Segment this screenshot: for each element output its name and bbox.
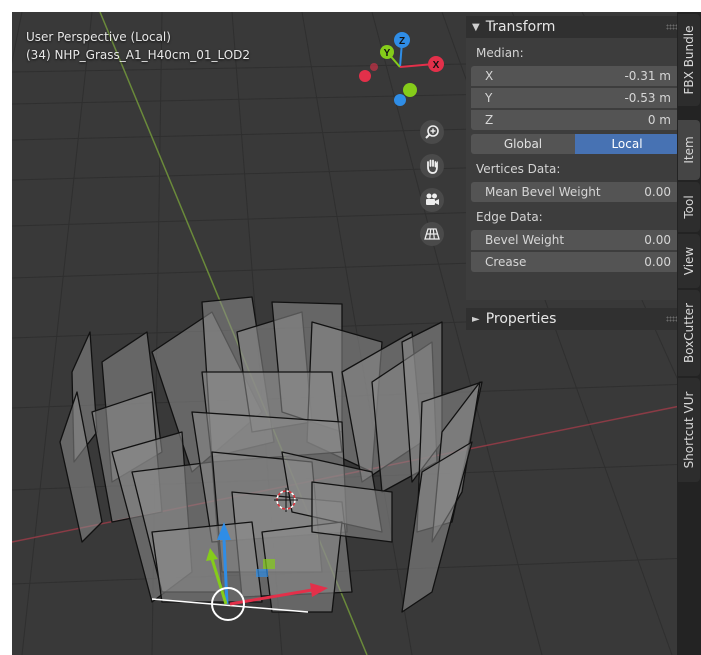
bevel-weight-field[interactable]: Bevel Weight 0.00 [471, 230, 679, 250]
vertices-data-label: Vertices Data: [476, 162, 561, 176]
bevel-weight-value: 0.00 [644, 233, 671, 247]
global-space-button[interactable]: Global [471, 134, 575, 154]
median-x-field[interactable]: X -0.31 m [471, 66, 679, 86]
tab-fbx-bundle-label: FBX Bundle [682, 25, 696, 95]
median-y-value: -0.53 m [624, 91, 671, 105]
tab-tool-label: Tool [682, 195, 696, 219]
transform-panel-title: Transform [485, 19, 556, 35]
transform-space-toggle: Global Local [471, 134, 679, 154]
crease-field[interactable]: Crease 0.00 [471, 252, 679, 272]
bevel-weight-label: Bevel Weight [485, 233, 565, 247]
sidebar-n-panel: ▼ Transform Median: X -0.31 m Y -0.53 m … [466, 16, 688, 336]
3d-viewport[interactable]: Z Y X User Perspective (Local) (34) NHP_… [12, 12, 690, 655]
active-object-name: (34) NHP_Grass_A1_H40cm_01_LOD2 [26, 48, 251, 62]
properties-panel-header[interactable]: ► Properties [466, 308, 688, 330]
tab-boxcutter[interactable]: BoxCutter [678, 290, 700, 376]
edge-data-label: Edge Data: [476, 210, 543, 224]
crease-value: 0.00 [644, 255, 671, 269]
median-z-axis: Z [485, 113, 494, 127]
gizmo-x-label: X [433, 60, 440, 71]
median-z-value: 0 m [647, 113, 671, 127]
gizmo-y-label: Y [384, 48, 391, 59]
tab-item[interactable]: Item [678, 120, 700, 180]
mean-bevel-weight-value: 0.00 [644, 185, 671, 199]
tab-view[interactable]: View [678, 234, 700, 288]
collapsed-triangle-icon: ► [472, 313, 480, 325]
median-label: Median: [476, 46, 524, 60]
tab-tool[interactable]: Tool [678, 182, 700, 232]
median-y-axis: Y [485, 91, 493, 105]
ortho-toggle-button[interactable] [420, 222, 444, 246]
mean-bevel-weight-label: Mean Bevel Weight [485, 185, 601, 199]
zoom-icon [425, 125, 439, 139]
median-y-field[interactable]: Y -0.53 m [471, 88, 679, 108]
viewport-title: User Perspective (Local) [26, 30, 171, 44]
pan-button[interactable] [420, 154, 444, 178]
camera-icon [426, 193, 439, 205]
mean-bevel-weight-field[interactable]: Mean Bevel Weight 0.00 [471, 182, 679, 202]
median-x-axis: X [485, 69, 494, 83]
properties-panel-title: Properties [485, 311, 557, 327]
grid-ortho-icon [424, 228, 440, 240]
local-space-button[interactable]: Local [575, 134, 679, 154]
tab-shortcut-vur[interactable]: Shortcut VUr [678, 378, 700, 482]
zoom-button[interactable] [420, 120, 444, 144]
transform-panel: Median: X -0.31 m Y -0.53 m Z 0 m Global… [466, 38, 688, 300]
tab-shortcut-vur-label: Shortcut VUr [682, 391, 696, 469]
expanded-triangle-icon: ▼ [472, 21, 480, 33]
hand-pan-icon [427, 159, 438, 174]
tab-fbx-bundle[interactable]: FBX Bundle [678, 14, 700, 106]
tab-view-label: View [682, 246, 696, 276]
crease-label: Crease [485, 255, 527, 269]
tab-item-label: Item [682, 136, 696, 164]
transform-panel-header[interactable]: ▼ Transform [466, 16, 688, 38]
camera-view-button[interactable] [420, 188, 444, 212]
gizmo-z-label: Z [399, 36, 405, 47]
tab-boxcutter-label: BoxCutter [682, 302, 696, 364]
median-z-field[interactable]: Z 0 m [471, 110, 679, 130]
median-x-value: -0.31 m [624, 69, 671, 83]
sidebar-tabs: FBX Bundle Item Tool View BoxCutter Shor… [677, 12, 701, 655]
